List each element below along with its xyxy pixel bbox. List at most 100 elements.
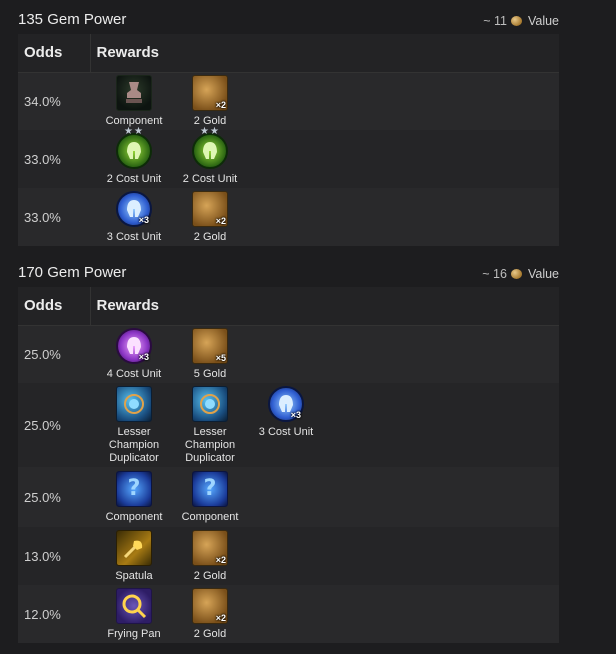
reward-label: Frying Pan xyxy=(107,627,161,640)
reward-label: 3 Cost Unit xyxy=(106,230,162,243)
table-row: 12.0% Frying Pan ×2 2 Gold xyxy=(18,585,559,643)
quantity-badge: ×3 xyxy=(138,351,149,362)
star-rating: ★★ xyxy=(124,125,144,137)
reward-item: ×3 3 Cost Unit xyxy=(248,385,324,439)
reward-item: ? Component xyxy=(172,470,248,524)
frying-pan-icon xyxy=(116,587,152,624)
rewards-cell: Lesser Champion Duplicator Lesser Champi… xyxy=(90,383,559,467)
green-helmet-icon: ★★ xyxy=(192,126,228,169)
gold-coins-icon: ×2 xyxy=(192,587,228,624)
reward-item: ★★ 2 Cost Unit xyxy=(96,126,172,186)
reward-item: ×3 3 Cost Unit xyxy=(96,190,172,244)
odds-cell: 33.0% xyxy=(24,151,61,167)
odds-cell: 33.0% xyxy=(24,209,61,225)
odds-cell: 13.0% xyxy=(24,548,61,564)
table-row: 25.0% Lesser Champion Duplicator Lesser … xyxy=(18,383,559,467)
gold-coins-icon: ×2 xyxy=(192,74,228,111)
table-row: 33.0% ★★ 2 Cost Unit ★★ 2 Cost Unit xyxy=(18,126,559,188)
mystery-component-icon: ? xyxy=(116,470,152,507)
value-label: Value xyxy=(527,14,559,28)
rewards-table: Odds Rewards 34.0% Component ×2 2 Gold 3… xyxy=(18,34,559,246)
reward-item: ×2 2 Gold xyxy=(172,529,248,583)
section-header: 135 Gem Power ~ 11 Value xyxy=(18,4,559,34)
reward-label: 2 Gold xyxy=(193,627,227,640)
blue-helmet-icon: ×3 xyxy=(116,190,152,227)
rewards-header: Rewards xyxy=(89,287,559,326)
odds-cell: 25.0% xyxy=(24,346,61,362)
section-header: 170 Gem Power ~ 16 Value xyxy=(18,257,559,287)
reward-label: Spatula xyxy=(115,569,153,582)
reward-label: Lesser Champion Duplicator xyxy=(184,425,236,464)
duplicator-orb-icon xyxy=(192,385,228,422)
table-row: 33.0% ×3 3 Cost Unit ×2 2 Gold xyxy=(18,188,559,246)
reward-item: ×3 4 Cost Unit xyxy=(96,327,172,381)
green-helmet-icon: ★★ xyxy=(116,126,152,169)
reward-item: Frying Pan xyxy=(96,587,172,641)
rewards-cell: Frying Pan ×2 2 Gold xyxy=(90,585,559,643)
quantity-badge: ×2 xyxy=(215,554,226,565)
reward-label: Component xyxy=(105,510,163,523)
gold-coins-icon: ×5 xyxy=(192,327,228,364)
reward-item: ×2 2 Gold xyxy=(172,74,248,128)
reward-item: ★★ 2 Cost Unit xyxy=(172,126,248,186)
section-value: ~ 16 Value xyxy=(482,267,559,281)
value-label: Value xyxy=(527,267,559,281)
rewards-cell: ×3 4 Cost Unit ×5 5 Gold xyxy=(90,325,559,383)
reward-item: Component xyxy=(96,74,172,128)
odds-cell: 34.0% xyxy=(24,93,61,109)
value-amount: ~ 11 xyxy=(483,14,507,28)
reward-label: Component xyxy=(181,510,239,523)
spatula-icon xyxy=(116,529,152,566)
quantity-badge: ×3 xyxy=(138,214,149,225)
quantity-badge: ×2 xyxy=(215,99,226,110)
gold-coins-icon: ×2 xyxy=(192,529,228,566)
gem-coin-icon xyxy=(510,16,522,26)
reward-label: 2 Cost Unit xyxy=(106,172,162,185)
odds-cell: 12.0% xyxy=(24,606,61,622)
quantity-badge: ×3 xyxy=(290,409,301,420)
duplicator-orb-icon xyxy=(116,385,152,422)
reward-item: ×2 2 Gold xyxy=(172,587,248,641)
table-row: 25.0% ? Component ? Component xyxy=(18,467,559,527)
rewards-cell: ×3 3 Cost Unit ×2 2 Gold xyxy=(90,188,559,246)
rewards-header: Rewards xyxy=(89,34,559,73)
odds-cell: 25.0% xyxy=(24,489,61,505)
rewards-table: Odds Rewards 25.0% ×3 4 Cost Unit ×5 5 G… xyxy=(18,287,559,643)
anvil-icon xyxy=(116,74,152,111)
reward-label: 3 Cost Unit xyxy=(258,425,314,438)
reward-section-135: 135 Gem Power ~ 11 Value Odds Rewards 34… xyxy=(18,4,559,246)
odds-cell: 25.0% xyxy=(24,417,61,433)
reward-item: Spatula xyxy=(96,529,172,583)
purple-helmet-icon: ×3 xyxy=(116,327,152,364)
odds-header: Odds xyxy=(18,34,90,73)
reward-item: ×2 2 Gold xyxy=(172,190,248,244)
reward-label: 5 Gold xyxy=(193,367,227,380)
table-row: 13.0% Spatula ×2 2 Gold xyxy=(18,527,559,585)
gem-coin-icon xyxy=(510,269,522,279)
table-row: 34.0% Component ×2 2 Gold xyxy=(18,72,559,130)
reward-label: 2 Gold xyxy=(193,569,227,582)
section-value: ~ 11 Value xyxy=(483,14,559,28)
rewards-cell: Spatula ×2 2 Gold xyxy=(90,527,559,585)
quantity-badge: ×5 xyxy=(215,352,226,363)
gold-coins-icon: ×2 xyxy=(192,190,228,227)
quantity-badge: ×2 xyxy=(215,612,226,623)
quantity-badge: ×2 xyxy=(215,215,226,226)
rewards-cell: ? Component ? Component xyxy=(90,467,559,527)
reward-item: ? Component xyxy=(96,470,172,524)
section-title: 135 Gem Power xyxy=(18,11,127,28)
reward-label: 2 Gold xyxy=(193,230,227,243)
odds-header: Odds xyxy=(18,287,90,326)
reward-label: 4 Cost Unit xyxy=(106,367,162,380)
reward-label: Lesser Champion Duplicator xyxy=(108,425,160,464)
section-title: 170 Gem Power xyxy=(18,264,127,281)
blue-helmet-icon: ×3 xyxy=(268,385,304,422)
reward-item: Lesser Champion Duplicator xyxy=(96,385,172,465)
reward-item: ×5 5 Gold xyxy=(172,327,248,381)
rewards-cell: Component ×2 2 Gold xyxy=(90,72,559,130)
reward-item: Lesser Champion Duplicator xyxy=(172,385,248,465)
mystery-component-icon: ? xyxy=(192,470,228,507)
reward-label: 2 Cost Unit xyxy=(182,172,238,185)
value-amount: ~ 16 xyxy=(482,267,507,281)
table-row: 25.0% ×3 4 Cost Unit ×5 5 Gold xyxy=(18,325,559,383)
